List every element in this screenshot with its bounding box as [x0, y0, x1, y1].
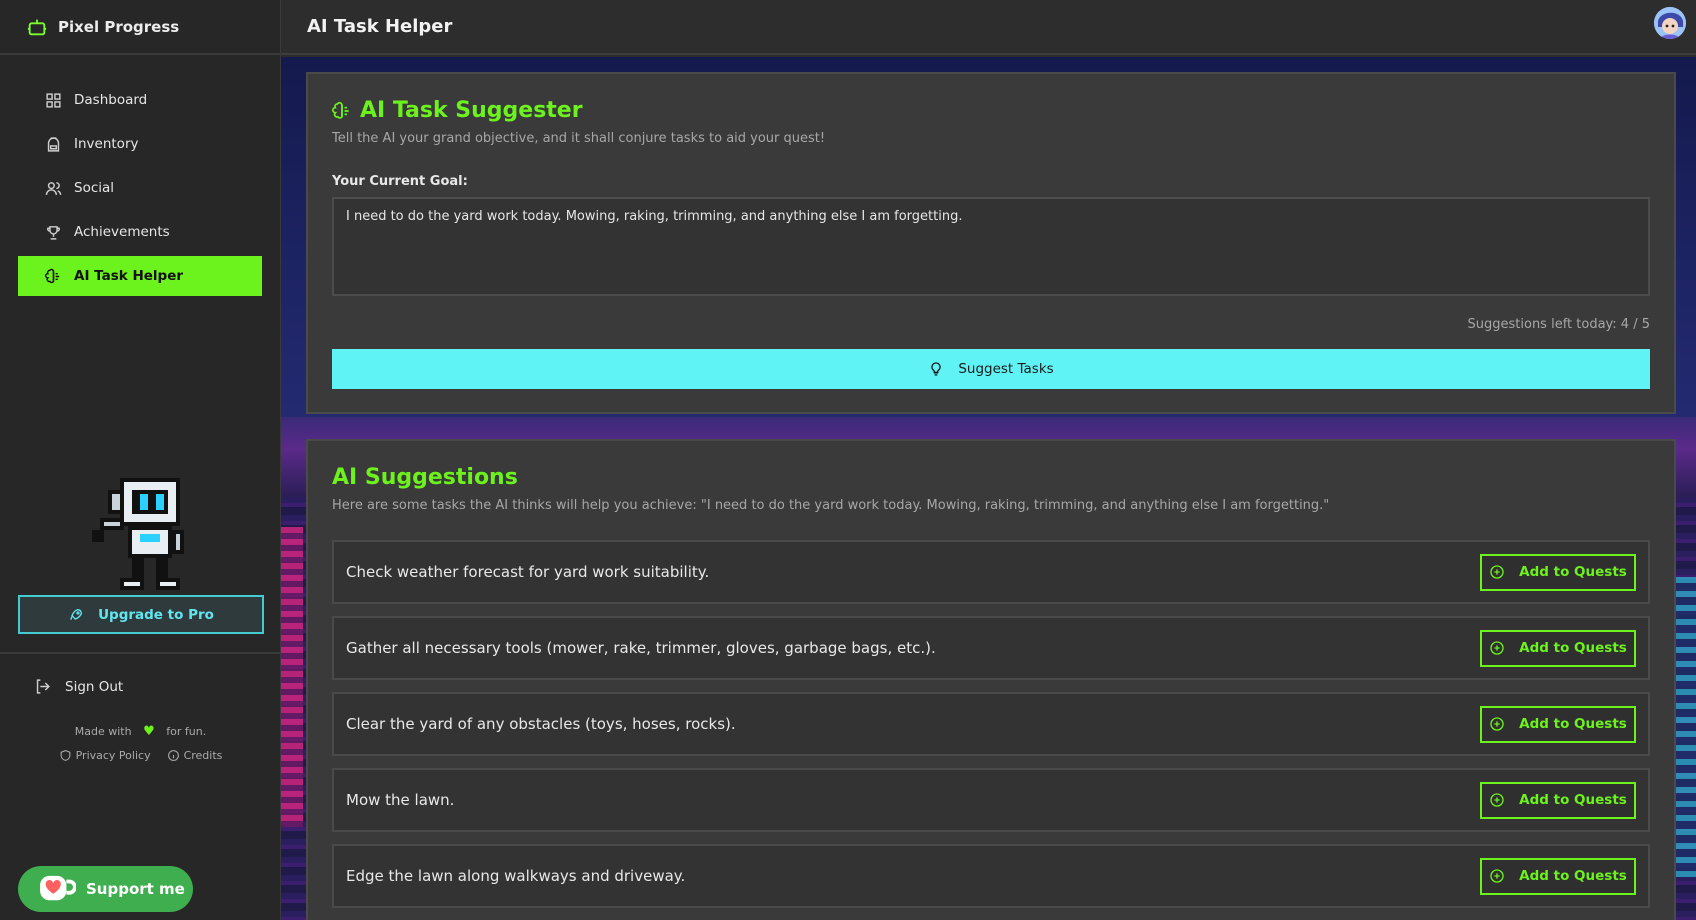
suggestions-subtitle: Here are some tasks the AI thinks will h…	[332, 498, 1330, 513]
robot-mascot-image	[92, 478, 184, 590]
sidebar-item-dashboard[interactable]: Dashboard	[18, 80, 262, 120]
list-item: Gather all necessary tools (mower, rake,…	[332, 616, 1650, 680]
list-item: Check weather forecast for yard work sui…	[332, 540, 1650, 604]
plus-circle-icon	[1490, 565, 1504, 579]
support-me-button[interactable]: Support me	[18, 866, 193, 912]
sidebar-item-label: AI Task Helper	[74, 268, 184, 284]
add-to-quests-label: Add to Quests	[1519, 792, 1627, 808]
suggestion-text: Check weather forecast for yard work sui…	[346, 563, 710, 581]
sidebar-item-inventory[interactable]: Inventory	[18, 124, 262, 164]
suggester-subtitle: Tell the AI your grand objective, and it…	[332, 131, 826, 146]
sign-out-label: Sign Out	[65, 678, 124, 695]
rocket-icon	[70, 608, 83, 620]
backpack-icon	[47, 136, 60, 152]
footer-links: Privacy Policy Credits	[0, 749, 281, 762]
suggestion-text: Mow the lawn.	[346, 791, 455, 809]
add-to-quests-label: Add to Quests	[1519, 640, 1627, 656]
sign-out-button[interactable]: Sign Out	[34, 678, 123, 695]
page-title: AI Task Helper	[307, 16, 453, 37]
heart-icon: ♥	[143, 724, 155, 739]
sidebar-item-label: Dashboard	[74, 92, 148, 108]
credits-link[interactable]: Credits	[167, 749, 223, 762]
add-to-quests-label: Add to Quests	[1519, 716, 1627, 732]
sidebar-item-achievements[interactable]: Achievements	[18, 212, 262, 252]
add-to-quests-label: Add to Quests	[1519, 868, 1627, 884]
ai-suggestions-panel: AI Suggestions Here are some tasks the A…	[306, 439, 1676, 920]
suggestions-title: AI Suggestions	[332, 465, 518, 490]
background-decoration	[1676, 577, 1696, 877]
suggestion-text: Clear the yard of any obstacles (toys, h…	[346, 715, 736, 733]
sidebar-item-label: Achievements	[74, 224, 170, 240]
suggestions-remaining: Suggestions left today: 4 / 5	[1467, 317, 1650, 332]
sidebar-nav: Dashboard Inventory Social Achievements …	[0, 55, 280, 296]
credits-label: Credits	[183, 749, 223, 762]
coffee-cup-icon	[40, 875, 76, 901]
goal-textarea[interactable]: I need to do the yard work today. Mowing…	[332, 197, 1650, 296]
suggestion-text: Edge the lawn along walkways and drivewa…	[346, 867, 686, 885]
sidebar-item-social[interactable]: Social	[18, 168, 262, 208]
add-to-quests-button[interactable]: Add to Quests	[1480, 629, 1636, 667]
sidebar-item-label: Inventory	[74, 136, 139, 152]
top-header: AI Task Helper	[281, 0, 1696, 55]
sidebar: Pixel Progress Dashboard Inventory Socia…	[0, 0, 281, 920]
dashboard-icon	[46, 92, 61, 108]
brain-icon	[45, 268, 60, 283]
add-to-quests-button[interactable]: Add to Quests	[1480, 705, 1636, 743]
upgrade-label: Upgrade to Pro	[98, 606, 214, 623]
trophy-icon	[47, 225, 60, 240]
plus-circle-icon	[1490, 793, 1504, 807]
list-item: Mow the lawn. Add to Quests	[332, 768, 1650, 832]
task-suggester-panel: AI Task Suggester Tell the AI your grand…	[306, 72, 1676, 414]
plus-circle-icon	[1490, 717, 1504, 731]
suggester-title: AI Task Suggester	[332, 98, 583, 123]
brand[interactable]: Pixel Progress	[0, 0, 280, 55]
suggest-tasks-label: Suggest Tasks	[958, 361, 1054, 377]
made-with-text: Made with ♥ for fun.	[0, 724, 281, 739]
add-to-quests-button[interactable]: Add to Quests	[1480, 781, 1636, 819]
robot-logo-icon	[27, 19, 47, 35]
suggest-tasks-button[interactable]: Suggest Tasks	[332, 349, 1650, 389]
brand-name: Pixel Progress	[58, 17, 180, 36]
shield-icon	[60, 750, 70, 761]
list-item: Clear the yard of any obstacles (toys, h…	[332, 692, 1650, 756]
lightbulb-icon	[931, 362, 941, 376]
add-to-quests-button[interactable]: Add to Quests	[1480, 857, 1636, 895]
brain-icon	[332, 101, 349, 119]
sidebar-item-label: Social	[74, 180, 115, 196]
suggestions-list: Check weather forecast for yard work sui…	[332, 540, 1650, 920]
privacy-label: Privacy Policy	[75, 749, 151, 762]
made-with-prefix: Made with	[74, 725, 132, 738]
background-decoration	[281, 527, 303, 827]
avatar-image	[1654, 7, 1686, 39]
suggester-title-text: AI Task Suggester	[360, 98, 583, 123]
privacy-policy-link[interactable]: Privacy Policy	[59, 749, 151, 762]
support-label: Support me	[86, 880, 185, 898]
plus-circle-icon	[1490, 641, 1504, 655]
upgrade-to-pro-button[interactable]: Upgrade to Pro	[18, 595, 264, 634]
sidebar-divider	[0, 652, 281, 654]
users-icon	[45, 181, 62, 195]
suggestion-text: Gather all necessary tools (mower, rake,…	[346, 639, 936, 657]
info-icon	[167, 750, 179, 761]
goal-label: Your Current Goal:	[332, 174, 468, 189]
list-item: Edge the lawn along walkways and drivewa…	[332, 844, 1650, 908]
plus-circle-icon	[1490, 869, 1504, 883]
sidebar-item-ai-task-helper[interactable]: AI Task Helper	[18, 256, 262, 296]
add-to-quests-button[interactable]: Add to Quests	[1480, 553, 1636, 591]
sign-out-icon	[36, 679, 50, 694]
made-with-suffix: for fun.	[166, 725, 207, 738]
avatar[interactable]	[1654, 7, 1686, 39]
add-to-quests-label: Add to Quests	[1519, 564, 1627, 580]
